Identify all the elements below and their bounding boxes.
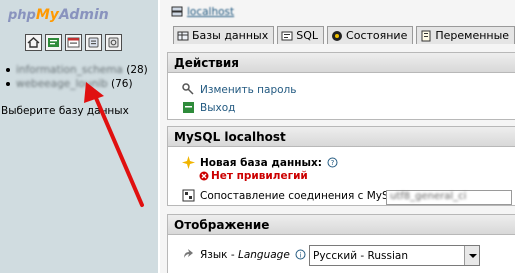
doc-sql-icon[interactable] <box>105 34 122 51</box>
tab-variables[interactable]: Переменные <box>416 26 515 44</box>
language-value: Русский - Russian <box>313 249 408 262</box>
choose-database-hint: Выберите базу данных <box>1 105 129 117</box>
no-privileges-row: Нет привилегий <box>199 170 308 182</box>
main-frame: localhost Базы данных SQL Состояние Пере… <box>160 0 515 273</box>
language-label-en: Language <box>237 248 290 261</box>
language-label: Язык - Language <box>200 249 290 261</box>
change-password-link[interactable]: Изменить пароль <box>200 84 296 96</box>
collation-select[interactable]: utf8_general_ci <box>386 190 512 205</box>
database-item[interactable]: webeeage_lounib (76) <box>6 77 148 91</box>
collation-row: Сопоставление соединения с MySQL: <box>182 189 406 202</box>
phpmyadmin-logo[interactable]: phpMyAdmin <box>0 2 158 28</box>
new-database-row: Новая база данных: ? <box>182 156 338 169</box>
change-password-row: Изменить пароль <box>182 83 296 96</box>
databases-icon <box>177 31 189 40</box>
sql-window-icon[interactable] <box>65 34 82 51</box>
panel-title: MySQL localhost <box>168 127 515 147</box>
display-panel: Отображение Язык - Language i : Русский … <box>167 214 515 273</box>
top-tabs: Базы данных SQL Состояние Переменные <box>173 26 515 44</box>
database-list: information_schema (28) webeeage_lounib … <box>6 63 148 91</box>
new-database-icon <box>182 156 195 169</box>
chevron-down-icon[interactable] <box>464 246 479 265</box>
logo-admin: Admin <box>58 7 109 23</box>
tab-label: SQL <box>296 29 319 42</box>
database-name[interactable]: information_schema <box>16 64 123 76</box>
collation-value: utf8_general_ci <box>390 191 467 202</box>
actions-panel: Действия Изменить пароль Выход <box>167 52 515 120</box>
logo-my: My <box>35 7 59 23</box>
logo-text: phpMyAdmin <box>8 7 109 23</box>
help-icon[interactable]: ? <box>327 157 338 168</box>
database-name[interactable]: webeeage_lounib <box>16 78 108 90</box>
collation-icon <box>182 189 195 202</box>
language-row: Язык - Language i : <box>182 248 314 261</box>
status-icon <box>332 30 343 41</box>
table-count: (76) <box>111 78 133 90</box>
tab-label: Базы данных <box>192 29 269 42</box>
language-label-ru: Язык - <box>200 248 238 261</box>
tab-label: Переменные <box>435 29 510 42</box>
sql-query-icon[interactable] <box>45 34 62 51</box>
tab-label: Состояние <box>346 29 408 42</box>
collation-label: Сопоставление соединения с MySQL: <box>200 189 407 202</box>
logo-php: php <box>8 8 36 23</box>
breadcrumb: localhost <box>171 4 234 20</box>
logout-row: Выход <box>182 101 235 114</box>
table-count: (28) <box>126 64 148 76</box>
database-item[interactable]: information_schema (28) <box>6 63 148 77</box>
no-privileges-text: Нет привилегий <box>211 170 308 182</box>
logout-link[interactable]: Выход <box>200 102 235 114</box>
key-icon <box>182 83 194 95</box>
docs-icon[interactable] <box>85 34 102 51</box>
tab-status[interactable]: Состояние <box>327 26 414 44</box>
error-icon <box>199 171 209 181</box>
variables-icon <box>421 30 431 41</box>
quick-icons-bar <box>25 34 122 52</box>
server-icon <box>171 6 183 17</box>
svg-text:i: i <box>299 251 301 259</box>
panel-title: Отображение <box>168 215 515 235</box>
tab-databases[interactable]: Базы данных <box>173 26 275 44</box>
mysql-server-panel: MySQL localhost Новая база данных: ? Нет… <box>167 126 515 206</box>
panel-title: Действия <box>168 53 515 73</box>
navigation-frame: phpMyAdmin information_schema (28) webee… <box>0 0 158 273</box>
tab-sql[interactable]: SQL <box>277 26 325 44</box>
svg-text:?: ? <box>331 159 335 167</box>
server-link[interactable]: localhost <box>187 6 234 18</box>
language-select[interactable]: Русский - Russian <box>309 245 480 266</box>
sql-icon <box>281 31 293 40</box>
info-icon[interactable]: i <box>295 249 306 260</box>
exit-icon <box>183 102 194 113</box>
language-icon <box>184 249 193 258</box>
new-database-label: Новая база данных: <box>200 156 322 169</box>
home-icon[interactable] <box>25 34 42 51</box>
